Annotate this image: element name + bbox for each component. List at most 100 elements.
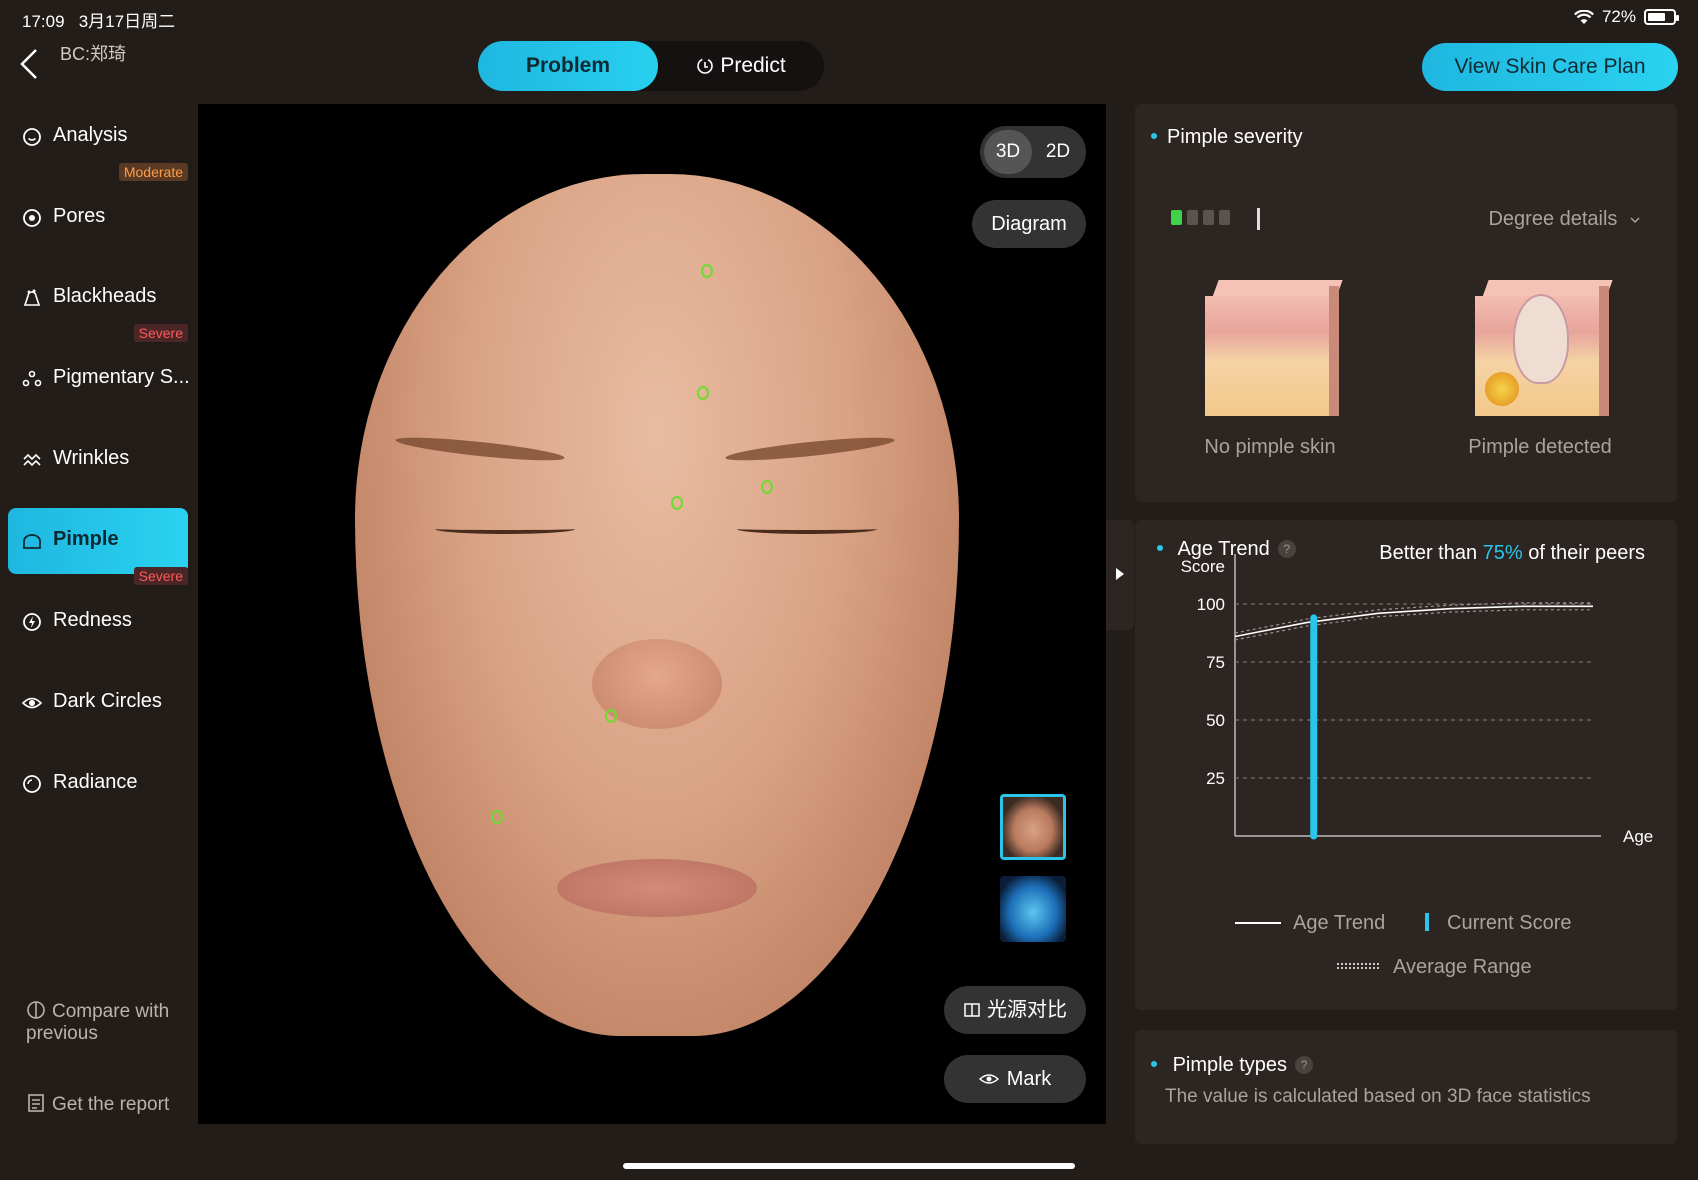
customer-name: BC:郑琦 xyxy=(60,44,127,64)
sidebar-item-label: Blackheads xyxy=(53,285,157,307)
legend-average-range: Average Range xyxy=(1337,956,1532,979)
tab-predict[interactable]: Predict xyxy=(658,41,824,91)
pimple-marker[interactable] xyxy=(701,264,713,278)
mark-label: Mark xyxy=(1006,1068,1052,1090)
right-eye xyxy=(737,524,877,534)
severity-indicator xyxy=(1257,208,1260,230)
face-thumbnail xyxy=(1003,797,1063,857)
pimple-marker[interactable] xyxy=(697,386,709,400)
no-pimple-skin-illustration xyxy=(1205,280,1343,416)
average-range-lower xyxy=(1234,609,1593,641)
severity-level-bar xyxy=(1187,210,1198,225)
compare-with-previous-link[interactable]: Compare with previous xyxy=(26,1000,196,1045)
sidebar-item-blackheads[interactable]: Blackheads xyxy=(8,265,188,331)
light-compare-button[interactable]: 光源对比 xyxy=(944,986,1086,1034)
sidebar-item-label: Pores xyxy=(53,205,106,227)
legend-current-label: Current Score xyxy=(1447,912,1572,934)
face-smile-icon xyxy=(23,128,41,146)
pimple-types-title: Pimple types? xyxy=(1151,1054,1314,1077)
legend-age-trend-label: Age Trend xyxy=(1293,912,1386,934)
pimple-marker[interactable] xyxy=(761,480,773,494)
blackheads-icon xyxy=(23,289,41,306)
legend-swatch-current xyxy=(1425,913,1429,931)
light-compare-label: 光源对比 xyxy=(987,999,1067,1021)
pimple-marker[interactable] xyxy=(605,709,617,723)
y-tick-label: 50 xyxy=(1206,711,1225,730)
view-skin-care-plan-button[interactable]: View Skin Care Plan xyxy=(1422,43,1678,91)
face-model-image[interactable] xyxy=(355,174,959,1036)
face-viewer[interactable]: 3D 2D Diagram 光源对比 Mark xyxy=(198,104,1106,1124)
cube-front xyxy=(1205,296,1329,416)
diagram-button[interactable]: Diagram xyxy=(972,200,1086,248)
sidebar-item-pores[interactable]: Moderate Pores xyxy=(8,163,188,251)
sidebar-item-pigmentary[interactable]: Severe Pigmentary S... xyxy=(8,324,190,412)
split-icon xyxy=(964,1003,980,1017)
sidebar-item-label: Wrinkles xyxy=(53,447,130,469)
thumbnail-normal-light[interactable] xyxy=(1000,794,1066,860)
pimple-marker[interactable] xyxy=(491,810,503,824)
x-tick-label: 70 xyxy=(1584,847,1603,850)
thumbnail-uv-light[interactable] xyxy=(1000,876,1066,942)
wrinkles-icon xyxy=(23,453,41,467)
mode-2d-button[interactable]: 2D xyxy=(1034,130,1082,174)
legend-range-label: Average Range xyxy=(1393,956,1532,978)
x-tick-label: 50 xyxy=(1440,847,1459,850)
y-tick-label: 75 xyxy=(1206,653,1225,672)
severity-level-bar xyxy=(1171,210,1182,225)
sidebar-item-wrinkles[interactable]: Wrinkles xyxy=(8,427,188,493)
legend-swatch-range xyxy=(1337,963,1379,969)
severity-scale xyxy=(1171,210,1230,225)
battery-percent: 72% xyxy=(1601,7,1636,26)
status-badge: Severe xyxy=(133,567,188,585)
y-tick-label: 100 xyxy=(1197,595,1225,614)
pimple-detected-illustration xyxy=(1475,280,1613,416)
cube-side xyxy=(1599,286,1609,416)
back-button[interactable] xyxy=(16,44,46,84)
clock: 17:09 xyxy=(22,12,65,31)
status-badge: Moderate xyxy=(118,163,188,181)
no-pimple-caption: No pimple skin xyxy=(1204,436,1336,458)
sidebar-item-analysis[interactable]: Analysis xyxy=(8,104,188,170)
pimple-types-title-text: Pimple types xyxy=(1172,1054,1288,1076)
age-trend-chart: 25 50 75 100 20 30 40 50 60 70 Score Age xyxy=(1181,554,1653,850)
mode-3d-button[interactable]: 3D xyxy=(984,130,1032,174)
view-mode-toggle: 3D 2D xyxy=(980,126,1086,178)
pimple-types-panel: Pimple types? The value is calculated ba… xyxy=(1135,1030,1677,1144)
get-report-link[interactable]: Get the report xyxy=(26,1093,169,1116)
degree-details-label: Degree details xyxy=(1488,208,1618,230)
degree-details-dropdown[interactable]: Degree details xyxy=(1488,208,1641,231)
age-trend-line xyxy=(1234,605,1593,638)
legend-age-trend: Age Trend xyxy=(1235,912,1385,935)
severity-level-bar xyxy=(1219,210,1230,225)
status-bar: 17:09 3月17日周二 72% xyxy=(0,0,1698,36)
pores-icon xyxy=(23,209,41,227)
sidebar-item-radiance[interactable]: Radiance xyxy=(8,751,188,817)
sidebar-item-label: Dark Circles xyxy=(53,690,162,712)
left-brow xyxy=(394,433,566,465)
legend-swatch-trend xyxy=(1235,922,1281,924)
lips xyxy=(557,859,757,917)
pimple-marker[interactable] xyxy=(671,496,683,510)
sidebar-item-pimple[interactable]: Pimple xyxy=(8,508,188,574)
help-icon[interactable]: ? xyxy=(1295,1056,1314,1074)
x-tick-label: 40 xyxy=(1369,847,1388,850)
severity-level-bar xyxy=(1203,210,1214,225)
x-axis-label: Age xyxy=(1623,827,1653,846)
age-trend-panel: Age Trend? Better than 75% of their peer… xyxy=(1135,520,1677,1010)
face-thumbnail-uv xyxy=(1000,876,1066,942)
pigment-icon xyxy=(22,370,42,387)
report-label: Get the report xyxy=(52,1094,170,1115)
redness-icon xyxy=(23,613,41,631)
chevron-left-icon xyxy=(20,49,37,79)
mark-button[interactable]: Mark xyxy=(944,1055,1086,1103)
panel-collapse-handle[interactable] xyxy=(1106,520,1134,630)
report-icon xyxy=(28,1094,44,1112)
eye-icon xyxy=(22,697,42,709)
pimple-types-description: The value is calculated based on 3D face… xyxy=(1165,1086,1591,1107)
sidebar-item-redness[interactable]: Severe Redness xyxy=(8,567,188,655)
tab-problem[interactable]: Problem xyxy=(478,41,658,91)
radiance-icon xyxy=(23,775,41,793)
battery-icon xyxy=(1644,9,1679,25)
sidebar-item-label: Pigmentary S... xyxy=(53,366,190,388)
sidebar-item-dark-circles[interactable]: Dark Circles xyxy=(8,670,188,736)
